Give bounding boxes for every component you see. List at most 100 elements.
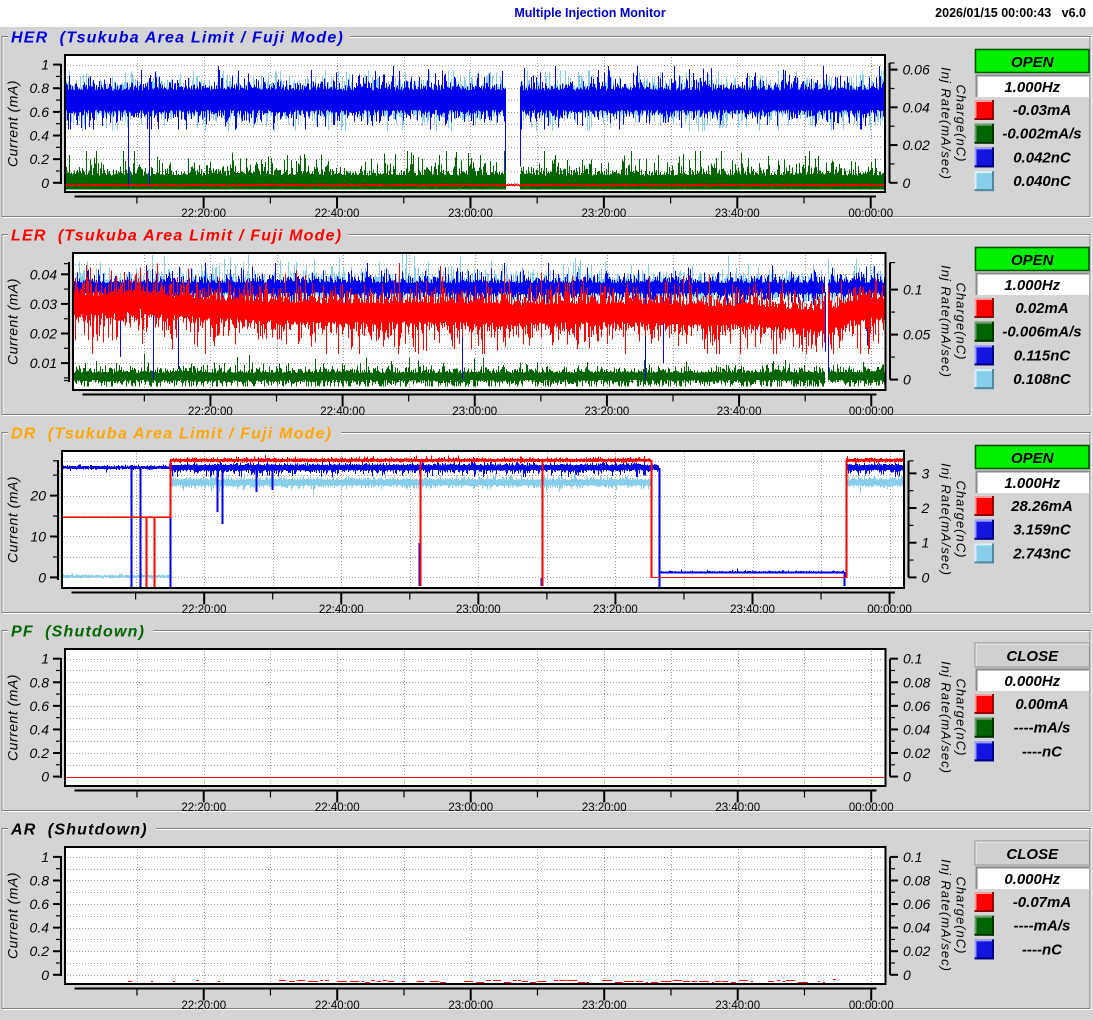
- svg-text:Inj Rate(mA/sec): Inj Rate(mA/sec): [939, 859, 954, 972]
- svg-text:10: 10: [30, 529, 46, 545]
- svg-text:22:40:00: 22:40:00: [315, 208, 360, 220]
- svg-text:23:00:00: 23:00:00: [448, 1000, 493, 1012]
- svg-text:OPEN: OPEN: [1011, 450, 1055, 467]
- svg-text:0.115nC: 0.115nC: [1014, 347, 1072, 364]
- svg-text:00:00:00: 00:00:00: [849, 1000, 894, 1012]
- svg-text:23:00:00: 23:00:00: [448, 802, 493, 814]
- svg-text:0.05: 0.05: [903, 327, 930, 343]
- svg-text:1.000Hz: 1.000Hz: [1004, 475, 1060, 492]
- svg-text:1: 1: [41, 849, 49, 865]
- svg-text:-0.002mA/s: -0.002mA/s: [1002, 126, 1081, 143]
- svg-text:LER (Tsukuba Area Limit / Fuj: LER (Tsukuba Area Limit / Fuji Mode): [11, 228, 342, 245]
- svg-text:0.08: 0.08: [903, 674, 930, 690]
- svg-text:0: 0: [41, 175, 49, 191]
- svg-text:Inj Rate(mA/sec): Inj Rate(mA/sec): [939, 661, 954, 774]
- svg-text:PF (Shutdown): PF (Shutdown): [11, 624, 145, 641]
- svg-text:22:20:00: 22:20:00: [181, 208, 226, 220]
- svg-text:Inj Rate(mA/sec): Inj Rate(mA/sec): [939, 463, 954, 576]
- svg-text:Charge(nC): Charge(nC): [954, 481, 969, 559]
- svg-text:----mA/s: ----mA/s: [1014, 720, 1071, 737]
- svg-text:0.1: 0.1: [903, 282, 922, 298]
- svg-text:----nC: ----nC: [1022, 941, 1063, 958]
- svg-text:0.000Hz: 0.000Hz: [1004, 673, 1060, 690]
- svg-text:0.04: 0.04: [903, 920, 930, 936]
- svg-text:1.000Hz: 1.000Hz: [1004, 277, 1060, 294]
- svg-text:2026/01/15 00:00:43 v6.0: 2026/01/15 00:00:43 v6.0: [935, 6, 1086, 20]
- svg-text:----mA/s: ----mA/s: [1014, 918, 1071, 935]
- svg-text:0.8: 0.8: [30, 674, 50, 690]
- svg-text:Inj Rate(mA/sec): Inj Rate(mA/sec): [939, 67, 954, 180]
- svg-text:23:00:00: 23:00:00: [452, 406, 497, 418]
- svg-text:0: 0: [41, 769, 49, 785]
- svg-text:----nC: ----nC: [1022, 743, 1063, 760]
- svg-text:Charge(nC): Charge(nC): [954, 283, 969, 361]
- svg-text:0.6: 0.6: [30, 698, 50, 714]
- svg-text:-0.03mA: -0.03mA: [1013, 102, 1071, 119]
- svg-text:23:20:00: 23:20:00: [582, 1000, 627, 1012]
- svg-text:22:40:00: 22:40:00: [315, 802, 360, 814]
- svg-text:Current (mA): Current (mA): [5, 872, 21, 959]
- svg-text:23:20:00: 23:20:00: [585, 406, 630, 418]
- svg-text:23:40:00: 23:40:00: [715, 208, 760, 220]
- svg-text:23:20:00: 23:20:00: [593, 604, 638, 616]
- svg-text:Charge(nC): Charge(nC): [954, 679, 969, 757]
- svg-text:0.6: 0.6: [30, 104, 50, 120]
- svg-text:HER (Tsukuba Area Limit / Fuj: HER (Tsukuba Area Limit / Fuji Mode): [11, 30, 344, 47]
- svg-text:OPEN: OPEN: [1011, 252, 1055, 269]
- svg-text:0.02: 0.02: [30, 326, 57, 342]
- svg-text:23:40:00: 23:40:00: [717, 406, 762, 418]
- svg-text:0.1: 0.1: [903, 849, 922, 865]
- svg-text:Current (mA): Current (mA): [5, 674, 21, 761]
- svg-text:0.1: 0.1: [903, 651, 922, 667]
- svg-text:-0.006mA/s: -0.006mA/s: [1002, 324, 1081, 341]
- svg-text:0.8: 0.8: [30, 872, 50, 888]
- svg-text:0: 0: [41, 967, 49, 983]
- svg-text:0.4: 0.4: [30, 721, 50, 737]
- svg-text:3.159nC: 3.159nC: [1013, 522, 1072, 539]
- svg-text:00:00:00: 00:00:00: [849, 406, 894, 418]
- svg-text:22:20:00: 22:20:00: [182, 604, 227, 616]
- svg-text:0.000Hz: 0.000Hz: [1004, 871, 1060, 888]
- svg-text:1: 1: [41, 57, 49, 73]
- svg-text:3: 3: [922, 465, 930, 481]
- svg-text:22:40:00: 22:40:00: [315, 1000, 360, 1012]
- svg-text:0: 0: [903, 175, 911, 191]
- svg-text:0.2: 0.2: [30, 151, 50, 167]
- svg-text:0: 0: [903, 967, 911, 983]
- svg-text:22:20:00: 22:20:00: [188, 406, 233, 418]
- svg-text:23:40:00: 23:40:00: [715, 1000, 760, 1012]
- svg-text:2.743nC: 2.743nC: [1012, 545, 1072, 562]
- svg-text:0.6: 0.6: [30, 896, 50, 912]
- svg-text:0: 0: [903, 372, 911, 388]
- svg-text:0.06: 0.06: [903, 698, 930, 714]
- svg-text:1.000Hz: 1.000Hz: [1004, 79, 1060, 96]
- svg-text:DR (Tsukuba Area Limit / Fuji: DR (Tsukuba Area Limit / Fuji Mode): [11, 426, 332, 443]
- svg-text:0.4: 0.4: [30, 128, 50, 144]
- svg-text:-0.07mA: -0.07mA: [1013, 894, 1071, 911]
- svg-text:0.02: 0.02: [903, 137, 930, 153]
- svg-text:00:00:00: 00:00:00: [848, 208, 893, 220]
- svg-text:0.01: 0.01: [30, 355, 57, 371]
- svg-text:0.02: 0.02: [903, 745, 930, 761]
- svg-text:AR (Shutdown): AR (Shutdown): [10, 822, 148, 839]
- svg-text:00:00:00: 00:00:00: [849, 802, 894, 814]
- svg-text:0.06: 0.06: [903, 62, 930, 78]
- svg-text:Multiple Injection Monitor: Multiple Injection Monitor: [514, 6, 666, 20]
- svg-text:23:20:00: 23:20:00: [582, 802, 627, 814]
- svg-text:22:40:00: 22:40:00: [320, 406, 365, 418]
- svg-text:0.08: 0.08: [903, 872, 930, 888]
- svg-text:0: 0: [38, 569, 46, 585]
- svg-text:0.8: 0.8: [30, 80, 50, 96]
- svg-text:0.2: 0.2: [30, 943, 50, 959]
- svg-text:0.06: 0.06: [903, 896, 930, 912]
- svg-text:23:00:00: 23:00:00: [456, 604, 501, 616]
- svg-text:22:20:00: 22:20:00: [181, 1000, 226, 1012]
- svg-text:0.4: 0.4: [30, 920, 50, 936]
- svg-text:20: 20: [29, 488, 46, 504]
- svg-text:0.04: 0.04: [30, 266, 57, 282]
- svg-text:0.03: 0.03: [30, 296, 57, 312]
- svg-text:22:20:00: 22:20:00: [181, 802, 226, 814]
- svg-text:Charge(nC): Charge(nC): [954, 85, 969, 163]
- svg-text:22:40:00: 22:40:00: [319, 604, 364, 616]
- svg-text:Inj Rate(mA/sec): Inj Rate(mA/sec): [939, 265, 954, 378]
